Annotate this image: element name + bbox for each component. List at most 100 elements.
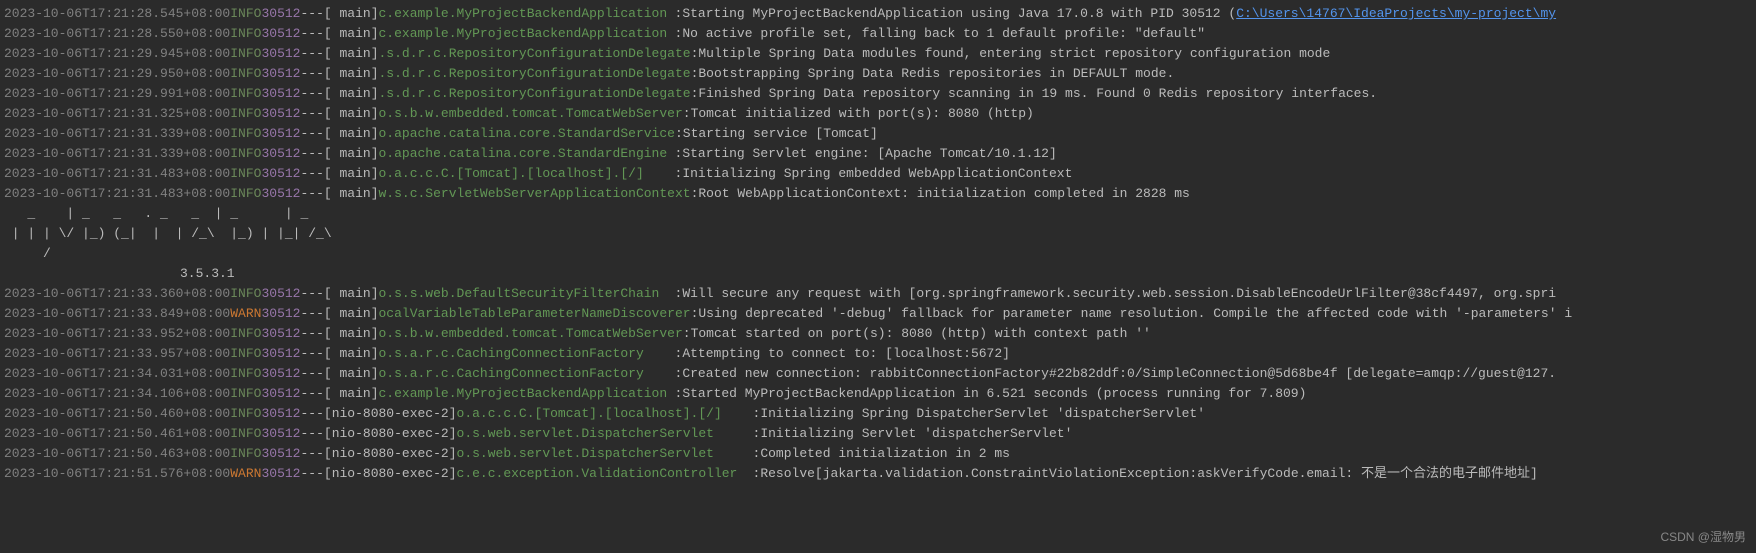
log-line[interactable]: 2023-10-06T17:21:29.991+08:00 INFO 30512…: [4, 84, 1752, 104]
logger: .s.d.r.c.RepositoryConfigurationDelegate: [379, 44, 691, 64]
separator: ---: [300, 464, 323, 484]
thread: [ main]: [324, 24, 379, 44]
log-line[interactable]: 2023-10-06T17:21:33.849+08:00 WARN 30512…: [4, 304, 1752, 324]
thread: [ main]: [324, 384, 379, 404]
banner-version: 3.5.3.1: [4, 264, 1752, 284]
log-line[interactable]: 2023-10-06T17:21:34.031+08:00 INFO 30512…: [4, 364, 1752, 384]
log-level: INFO: [230, 84, 261, 104]
logger: w.s.c.ServletWebServerApplicationContext: [379, 184, 691, 204]
message: Resolve[jakarta.validation.ConstraintVio…: [760, 464, 1538, 484]
log-line[interactable]: 2023-10-06T17:21:51.576+08:00 WARN 30512…: [4, 464, 1752, 484]
log-line[interactable]: 2023-10-06T17:21:50.463+08:00 INFO 30512…: [4, 444, 1752, 464]
log-level: INFO: [230, 104, 261, 124]
separator: ---: [300, 164, 323, 184]
logger: .s.d.r.c.RepositoryConfigurationDelegate: [379, 84, 691, 104]
separator: ---: [300, 44, 323, 64]
log-line[interactable]: 2023-10-06T17:21:31.483+08:00 INFO 30512…: [4, 164, 1752, 184]
pid: 30512: [261, 104, 300, 124]
separator: ---: [300, 364, 323, 384]
timestamp: 2023-10-06T17:21:33.952+08:00: [4, 324, 230, 344]
log-level: INFO: [230, 404, 261, 424]
thread: [ main]: [324, 144, 379, 164]
logger: o.apache.catalina.core.StandardEngine: [379, 144, 675, 164]
timestamp: 2023-10-06T17:21:28.545+08:00: [4, 4, 230, 24]
colon: :: [691, 64, 699, 84]
colon: :: [675, 284, 683, 304]
separator: ---: [300, 84, 323, 104]
log-line[interactable]: 2023-10-06T17:21:34.106+08:00 INFO 30512…: [4, 384, 1752, 404]
thread: [ main]: [324, 364, 379, 384]
log-line[interactable]: 2023-10-06T17:21:29.950+08:00 INFO 30512…: [4, 64, 1752, 84]
timestamp: 2023-10-06T17:21:50.460+08:00: [4, 404, 230, 424]
logger: o.a.c.c.C.[Tomcat].[localhost].[/]: [379, 164, 675, 184]
colon: :: [675, 124, 683, 144]
separator: ---: [300, 304, 323, 324]
console-log-output[interactable]: 2023-10-06T17:21:28.545+08:00 INFO 30512…: [4, 4, 1752, 484]
message: Multiple Spring Data modules found, ente…: [698, 44, 1330, 64]
separator: ---: [300, 24, 323, 44]
colon: :: [691, 184, 699, 204]
thread: [ main]: [324, 4, 379, 24]
pid: 30512: [261, 344, 300, 364]
message: Starting MyProjectBackendApplication usi…: [682, 4, 1236, 24]
message: Tomcat initialized with port(s): 8080 (h…: [691, 104, 1034, 124]
message: Starting Servlet engine: [Apache Tomcat/…: [682, 144, 1056, 164]
log-level: INFO: [230, 364, 261, 384]
log-level: INFO: [230, 324, 261, 344]
timestamp: 2023-10-06T17:21:50.461+08:00: [4, 424, 230, 444]
log-line[interactable]: 2023-10-06T17:21:31.325+08:00 INFO 30512…: [4, 104, 1752, 124]
pid: 30512: [261, 4, 300, 24]
message: Root WebApplicationContext: initializati…: [698, 184, 1189, 204]
log-line[interactable]: 2023-10-06T17:21:28.545+08:00 INFO 30512…: [4, 4, 1752, 24]
separator: ---: [300, 104, 323, 124]
log-level: INFO: [230, 184, 261, 204]
log-level: INFO: [230, 284, 261, 304]
separator: ---: [300, 124, 323, 144]
pid: 30512: [261, 444, 300, 464]
logger: c.example.MyProjectBackendApplication: [379, 4, 675, 24]
logger: o.s.s.web.DefaultSecurityFilterChain: [379, 284, 675, 304]
log-level: INFO: [230, 384, 261, 404]
log-line[interactable]: 2023-10-06T17:21:33.952+08:00 INFO 30512…: [4, 324, 1752, 344]
separator: ---: [300, 184, 323, 204]
colon: :: [675, 144, 683, 164]
log-line[interactable]: 2023-10-06T17:21:31.483+08:00 INFO 30512…: [4, 184, 1752, 204]
pid: 30512: [261, 144, 300, 164]
log-line[interactable]: 2023-10-06T17:21:50.460+08:00 INFO 30512…: [4, 404, 1752, 424]
thread: [ main]: [324, 104, 379, 124]
log-line[interactable]: 2023-10-06T17:21:33.360+08:00 INFO 30512…: [4, 284, 1752, 304]
log-level: INFO: [230, 4, 261, 24]
timestamp: 2023-10-06T17:21:33.360+08:00: [4, 284, 230, 304]
timestamp: 2023-10-06T17:21:51.576+08:00: [4, 464, 230, 484]
colon: :: [691, 304, 699, 324]
colon: :: [675, 4, 683, 24]
log-level: INFO: [230, 44, 261, 64]
thread: [nio-8080-exec-2]: [324, 444, 457, 464]
colon: :: [691, 44, 699, 64]
timestamp: 2023-10-06T17:21:28.550+08:00: [4, 24, 230, 44]
logger: o.a.c.c.C.[Tomcat].[localhost].[/]: [457, 404, 753, 424]
log-line[interactable]: 2023-10-06T17:21:28.550+08:00 INFO 30512…: [4, 24, 1752, 44]
timestamp: 2023-10-06T17:21:34.031+08:00: [4, 364, 230, 384]
log-line[interactable]: 2023-10-06T17:21:29.945+08:00 INFO 30512…: [4, 44, 1752, 64]
logger: o.s.b.w.embedded.tomcat.TomcatWebServer: [379, 324, 683, 344]
log-level: INFO: [230, 344, 261, 364]
log-line[interactable]: 2023-10-06T17:21:50.461+08:00 INFO 30512…: [4, 424, 1752, 444]
thread: [ main]: [324, 44, 379, 64]
pid: 30512: [261, 364, 300, 384]
thread: [ main]: [324, 64, 379, 84]
logger: o.s.a.r.c.CachingConnectionFactory: [379, 344, 675, 364]
log-line[interactable]: 2023-10-06T17:21:33.957+08:00 INFO 30512…: [4, 344, 1752, 364]
log-line[interactable]: 2023-10-06T17:21:31.339+08:00 INFO 30512…: [4, 144, 1752, 164]
message: Created new connection: rabbitConnection…: [682, 364, 1556, 384]
log-line[interactable]: 2023-10-06T17:21:31.339+08:00 INFO 30512…: [4, 124, 1752, 144]
thread: [nio-8080-exec-2]: [324, 464, 457, 484]
message: Using deprecated '-debug' fallback for p…: [698, 304, 1572, 324]
log-level: INFO: [230, 64, 261, 84]
timestamp: 2023-10-06T17:21:33.849+08:00: [4, 304, 230, 324]
thread: [ main]: [324, 124, 379, 144]
pid: 30512: [261, 164, 300, 184]
message: Initializing Servlet 'dispatcherServlet': [760, 424, 1072, 444]
thread: [ main]: [324, 284, 379, 304]
file-link[interactable]: C:\Users\14767\IdeaProjects\my-project\m…: [1236, 4, 1556, 24]
